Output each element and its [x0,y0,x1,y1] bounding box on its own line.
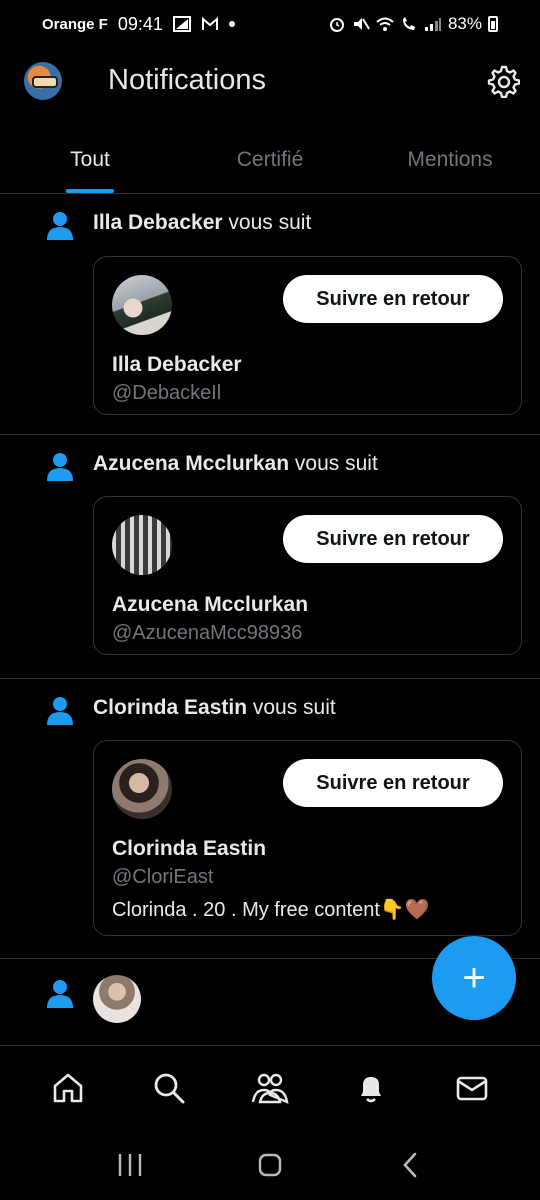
user-display-name[interactable]: Illa Debacker [112,353,242,377]
search-icon [154,1073,185,1103]
notification-tabs: Tout Certifié Mentions [0,134,540,194]
notifications-icon [360,1076,381,1102]
user-card[interactable]: Suivre en retour Clorinda Eastin @CloriE… [93,740,522,936]
user-avatar[interactable] [112,759,172,819]
person-icon [47,212,73,240]
active-tab-indicator [66,189,114,193]
tab-verified-label: Certifié [236,148,304,171]
nav-search[interactable] [139,1058,199,1118]
notification-text: Azucena Mcclurkan vous suit [93,452,378,476]
system-navigation-bar [0,1130,540,1200]
user-avatar[interactable] [112,275,172,335]
follow-back-button[interactable]: Suivre en retour [283,515,503,563]
more-notifications-dot [228,21,235,27]
follow-notification[interactable]: Clorinda Eastin vous suit Suivre en reto… [0,679,540,959]
follow-notification[interactable]: Azucena Mcclurkan vous suit Suivre en re… [0,435,540,679]
notification-action: vous suit [247,696,336,719]
notification-text: Clorinda Eastin vous suit [93,696,336,720]
follower-name[interactable]: Clorinda Eastin [93,696,247,719]
tab-verified[interactable]: Certifié [180,134,360,193]
tab-mentions[interactable]: Mentions [360,134,540,193]
header: Notifications [0,52,540,112]
tab-all-label: Tout [70,148,110,171]
notification-action: vous suit [222,211,312,234]
home-square-icon [258,1153,282,1177]
follower-name[interactable]: Illa Debacker [93,211,223,234]
wifi-calling-icon [402,17,415,30]
user-display-name[interactable]: Clorinda Eastin [112,837,266,861]
communities-icon [251,1073,289,1104]
gmail-icon [201,16,218,30]
home-button[interactable] [240,1140,300,1190]
nav-notifications[interactable] [341,1058,401,1118]
user-handle: @DebackeIl [112,382,222,404]
battery-icon [488,16,498,32]
user-handle: @AzucenaMcc98936 [112,622,303,644]
page-title: Notifications [108,64,266,96]
nav-communities[interactable] [240,1058,300,1118]
user-card[interactable]: Suivre en retour Illa Debacker @DebackeI… [93,256,522,415]
person-icon [47,697,73,725]
follower-name[interactable]: Azucena Mcclurkan [93,452,289,475]
nav-messages[interactable] [442,1058,502,1118]
compose-button[interactable]: + [432,936,516,1020]
settings-gear-icon[interactable] [486,64,520,98]
nav-home[interactable] [38,1058,98,1118]
battery-percentage: 83% [447,14,482,33]
carrier-label: Orange F [42,15,108,33]
user-card[interactable]: Suivre en retour Azucena Mcclurkan @Azuc… [93,496,522,655]
user-bio: Clorinda . 20 . My free content👇🤎 [112,899,430,921]
clock: 09:41 [117,13,163,34]
user-display-name[interactable]: Azucena Mcclurkan [112,593,308,617]
wifi-icon [376,17,394,31]
notification-feed[interactable]: Illa Debacker vous suit Suivre en retour… [0,195,540,1045]
back-chevron-icon [403,1152,417,1178]
person-icon [47,453,73,481]
recent-apps-button[interactable] [100,1140,160,1190]
gallery-icon [172,16,191,32]
back-button[interactable] [380,1140,440,1190]
user-handle: @CloriEast [112,866,214,888]
user-avatar[interactable] [93,975,141,1023]
alarm-icon [329,18,344,32]
follow-back-button[interactable]: Suivre en retour [283,759,503,807]
notification-action: vous suit [289,452,378,475]
messages-icon [456,1076,487,1100]
person-icon [47,980,73,1008]
status-bar: Orange F 09:41 83% [0,0,540,48]
bottom-navigation [0,1045,540,1129]
home-icon [54,1073,83,1102]
signal-icon [424,18,441,31]
mute-icon [353,18,370,30]
user-avatar[interactable] [112,515,172,575]
follow-notification[interactable]: Illa Debacker vous suit Suivre en retour… [0,195,540,435]
recent-apps-icon [118,1154,142,1176]
follow-back-button[interactable]: Suivre en retour [283,275,503,323]
profile-avatar[interactable] [24,62,62,100]
tab-all[interactable]: Tout [0,134,180,193]
notification-text: Illa Debacker vous suit [93,211,311,235]
tab-mentions-label: Mentions [407,148,493,171]
